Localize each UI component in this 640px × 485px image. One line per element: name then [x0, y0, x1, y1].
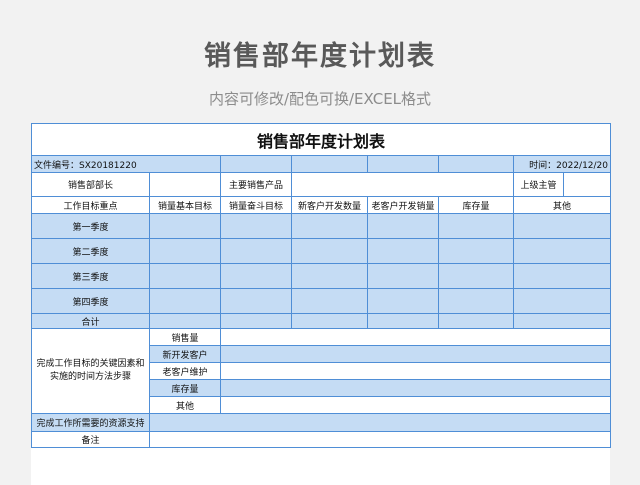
quarter-label: 第三季度 — [31, 263, 150, 289]
data-cell[interactable] — [291, 238, 368, 264]
resources-field[interactable] — [148, 413, 612, 432]
factor-field[interactable] — [219, 379, 612, 397]
quarter-row: 第四季度 — [31, 288, 612, 314]
factor-label: 库存量 — [149, 379, 221, 397]
data-cell[interactable] — [149, 263, 221, 289]
page-subtitle: 内容可修改/配色可换/EXCEL格式 — [208, 90, 432, 108]
info-row: 文件编号：SX20181220 时间：2022/12/20 — [31, 155, 612, 173]
sheet-title: 销售部年度计划表 — [30, 123, 612, 156]
factor-row: 完成工作目标的关键因素和实施的时间方法步骤 销售量 — [31, 328, 612, 414]
quarter-row: 第二季度 — [31, 238, 612, 264]
data-cell[interactable] — [220, 288, 292, 314]
factor-label: 销售量 — [149, 328, 221, 346]
column-header: 库存量 — [438, 196, 514, 214]
plan-table: 销售部年度计划表 文件编号：SX20181220 时间：2022/12/20 销… — [30, 123, 612, 448]
time-value: 时间：2022/12/20 — [512, 155, 612, 173]
factor-label: 新开发客户 — [149, 345, 221, 363]
data-cell[interactable] — [220, 238, 292, 264]
column-header: 销量奋斗目标 — [220, 196, 292, 214]
data-cell[interactable] — [149, 313, 221, 329]
data-cell[interactable] — [220, 313, 292, 329]
sheet-title-row: 销售部年度计划表 — [30, 123, 612, 156]
data-cell[interactable] — [438, 263, 514, 289]
sales-manager-field[interactable] — [149, 172, 221, 197]
sales-manager-label: 销售部部长 — [31, 172, 150, 197]
factor-field[interactable] — [219, 328, 612, 346]
column-header: 其他 — [512, 196, 612, 214]
data-cell[interactable] — [438, 213, 514, 239]
info-cell[interactable] — [220, 155, 292, 173]
data-cell[interactable] — [367, 288, 439, 314]
info-cell[interactable] — [291, 155, 368, 173]
data-cell[interactable] — [512, 288, 612, 314]
data-cell[interactable] — [367, 313, 439, 329]
data-cell[interactable] — [220, 213, 292, 239]
data-cell[interactable] — [291, 213, 368, 239]
info-cell[interactable] — [438, 155, 514, 173]
column-header-row: 工作目标重点 销量基本目标 销量奋斗目标 新客户开发数量 老客户开发销量 库存量… — [31, 196, 612, 214]
main-products-field[interactable] — [291, 172, 514, 197]
data-cell[interactable] — [220, 263, 292, 289]
column-header: 工作目标重点 — [31, 196, 150, 214]
column-header: 老客户开发销量 — [367, 196, 439, 214]
file-number: 文件编号：SX20181220 — [31, 155, 221, 173]
data-cell[interactable] — [291, 263, 368, 289]
quarter-label: 第二季度 — [31, 238, 150, 264]
data-cell[interactable] — [367, 263, 439, 289]
remarks-label: 备注 — [31, 431, 150, 448]
remarks-field[interactable] — [148, 431, 612, 448]
data-cell[interactable] — [512, 263, 612, 289]
data-cell[interactable] — [291, 288, 368, 314]
factor-label: 其他 — [149, 396, 221, 414]
resources-label: 完成工作所需要的资源支持 — [31, 413, 150, 432]
remarks-row: 备注 — [31, 431, 612, 448]
data-cell[interactable] — [367, 213, 439, 239]
data-cell[interactable] — [438, 238, 514, 264]
plan-sheet: 销售部年度计划表 文件编号：SX20181220 时间：2022/12/20 销… — [30, 123, 612, 485]
data-cell[interactable] — [512, 238, 612, 264]
factor-field[interactable] — [219, 345, 612, 363]
data-cell[interactable] — [367, 238, 439, 264]
data-cell[interactable] — [149, 238, 221, 264]
supervisor-label: 上级主管 — [513, 172, 564, 197]
page-title: 销售部年度计划表 — [204, 41, 436, 72]
supervisor-field[interactable] — [562, 172, 612, 197]
factor-field[interactable] — [219, 362, 612, 380]
info-cell[interactable] — [367, 155, 439, 173]
data-cell[interactable] — [149, 288, 221, 314]
resources-row: 完成工作所需要的资源支持 — [31, 413, 612, 432]
data-cell[interactable] — [291, 313, 368, 329]
factor-field[interactable] — [219, 396, 612, 414]
quarter-label: 第一季度 — [31, 213, 150, 239]
total-label: 合计 — [31, 313, 150, 329]
data-cell[interactable] — [438, 313, 514, 329]
total-row: 合计 — [31, 313, 612, 329]
key-factors-label: 完成工作目标的关键因素和实施的时间方法步骤 — [31, 328, 150, 414]
data-cell[interactable] — [438, 288, 514, 314]
column-header: 新客户开发数量 — [291, 196, 368, 214]
column-header: 销量基本目标 — [149, 196, 221, 214]
data-cell[interactable] — [149, 213, 221, 239]
data-cell[interactable] — [512, 213, 612, 239]
main-products-label: 主要销售产品 — [220, 172, 292, 197]
quarter-row: 第三季度 — [31, 263, 612, 289]
quarter-row: 第一季度 — [31, 213, 612, 239]
manager-row: 销售部部长 主要销售产品 上级主管 — [31, 172, 612, 197]
data-cell[interactable] — [512, 313, 612, 329]
quarter-label: 第四季度 — [31, 288, 150, 314]
factor-label: 老客户维护 — [149, 362, 221, 380]
